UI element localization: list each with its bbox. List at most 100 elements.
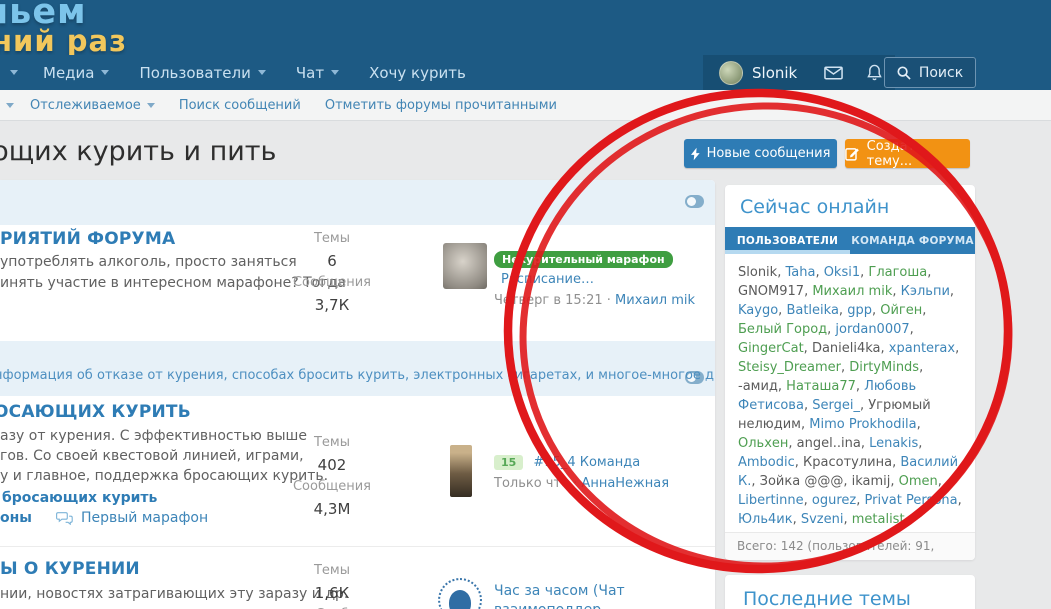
- online-user-link[interactable]: Глагоша: [868, 265, 927, 280]
- online-user-link[interactable]: Privat Persona: [865, 493, 958, 508]
- online-user-link[interactable]: Юль4ик: [738, 512, 793, 527]
- online-tabs: ПОЛЬЗОВАТЕЛИ КОМАНДА ФОРУМА: [725, 227, 975, 254]
- last-post-user-link[interactable]: Михаил mik: [615, 293, 695, 308]
- subforum-link[interactable]: бросающих курить: [2, 490, 157, 506]
- inbox-button[interactable]: [813, 55, 854, 90]
- thread-prefix-badge[interactable]: Некурительный марафон: [494, 251, 673, 268]
- subforum-link[interactable]: оны: [0, 510, 32, 526]
- online-user-link[interactable]: Svzeni: [801, 512, 844, 527]
- nav-item-media[interactable]: Медиа: [28, 55, 124, 90]
- online-user-link[interactable]: angel..ina: [797, 436, 861, 451]
- latest-topics-panel: Последние темы: [725, 575, 975, 609]
- thread-prefix-badge[interactable]: 15: [494, 455, 523, 470]
- create-thread-button[interactable]: Создать тему...: [845, 139, 970, 168]
- online-user-link[interactable]: Зойка @@@: [760, 474, 844, 489]
- online-user-link[interactable]: Ойген: [880, 303, 922, 318]
- online-user-link[interactable]: Lenakis: [869, 436, 918, 451]
- online-user-link[interactable]: ogurez: [812, 493, 856, 508]
- online-user-link[interactable]: GNOM917: [738, 284, 804, 299]
- subnav-watched[interactable]: Отслеживаемое: [18, 98, 167, 113]
- subnav-search-posts[interactable]: Поиск сообщений: [167, 98, 313, 113]
- forum-stats: Темы 402 Сообщения 4,3М: [288, 432, 376, 520]
- online-user-link[interactable]: Ambodic: [738, 455, 795, 470]
- last-poster-avatar[interactable]: [443, 243, 487, 289]
- chevron-down-icon: [331, 70, 339, 75]
- forum-title[interactable]: ОСАЮЩИХ КУРИТЬ: [0, 402, 191, 422]
- online-user-link[interactable]: Михаил mik: [812, 284, 892, 299]
- online-user-link[interactable]: Libertinne: [738, 493, 804, 508]
- online-users-list: Slonik, Taha, Oksi1, Глагоша, GNOM917, М…: [725, 254, 975, 560]
- nav-overflow-menu[interactable]: [0, 55, 28, 90]
- site-logo-line2[interactable]: ний раз: [0, 24, 127, 58]
- last-thread-link[interactable]: Расписание…: [501, 272, 594, 287]
- nav-item-want-to-smoke[interactable]: Хочу курить: [354, 55, 481, 90]
- forum-description: гов. Со своей квестовой линией, играми,: [0, 448, 304, 464]
- online-user-link[interactable]: Steisy_Dreamer: [738, 360, 841, 375]
- forum-list-card: РИЯТИЙ ФОРУМА употреблять алкоголь, прос…: [0, 180, 715, 609]
- online-now-panel: Сейчас онлайн ПОЛЬЗОВАТЕЛИ КОМАНДА ФОРУМ…: [725, 185, 975, 560]
- online-user-link[interactable]: Kaygo: [738, 303, 778, 318]
- collapse-toggle-icon[interactable]: [685, 195, 704, 208]
- online-user-link[interactable]: DirtyMinds: [849, 360, 919, 375]
- last-post-time: Четверг в 15:21 ·: [494, 293, 611, 308]
- online-user-link[interactable]: Mimo Prokhodila: [809, 417, 916, 432]
- row-divider: [0, 546, 715, 547]
- subnav-label: Отметить форумы прочитанными: [325, 98, 557, 113]
- online-user-link[interactable]: Danieli4ka: [812, 341, 881, 356]
- last-thread-link[interactable]: #15_4 Команда: [533, 455, 640, 470]
- online-user-link[interactable]: gpp: [847, 303, 872, 318]
- online-user-link[interactable]: Omen: [899, 474, 938, 489]
- online-user-link[interactable]: GingerCat: [738, 341, 804, 356]
- online-user-link[interactable]: Batleika: [786, 303, 838, 318]
- last-post-user-link[interactable]: АннаНежная: [581, 476, 669, 491]
- site-header: пьем ний раз: [0, 0, 1051, 55]
- online-user-link[interactable]: Кэльпи: [901, 284, 950, 299]
- online-user-link[interactable]: ikamij: [852, 474, 891, 489]
- online-user-link[interactable]: jordan0007: [835, 322, 909, 337]
- subnav-label: Отслеживаемое: [30, 98, 141, 113]
- page-title: ющих курить и пить: [0, 136, 276, 167]
- account-menu[interactable]: Slonik: [703, 55, 813, 90]
- online-user-link[interactable]: Slonik: [738, 265, 777, 280]
- search-button[interactable]: Поиск: [884, 57, 976, 88]
- subnav-collapse[interactable]: [0, 103, 18, 108]
- search-label: Поиск: [919, 65, 963, 81]
- online-user-link[interactable]: -амид: [738, 379, 778, 394]
- chevron-down-icon: [10, 70, 18, 75]
- online-user-link[interactable]: Taha: [785, 265, 815, 280]
- online-user-link[interactable]: Наташа77: [786, 379, 856, 394]
- chevron-down-icon: [101, 70, 109, 75]
- online-user-link[interactable]: Красотулина: [803, 455, 892, 470]
- chevron-down-icon: [6, 103, 14, 108]
- last-thread-link[interactable]: Час за часом (Чат взаимоподдер…: [494, 583, 625, 609]
- messages-label: Сообщения: [288, 476, 376, 498]
- nav-item-chat[interactable]: Чат: [281, 55, 354, 90]
- forum-title[interactable]: Ы О КУРЕНИИ: [0, 559, 140, 579]
- last-post-block: Час за часом (Чат взаимоподдер… Сегодня …: [494, 580, 715, 609]
- last-post-meta: Только что · АннаНежная: [494, 476, 669, 491]
- last-poster-avatar[interactable]: [450, 445, 472, 497]
- forum-title[interactable]: РИЯТИЙ ФОРУМА: [0, 229, 175, 249]
- new-messages-label: Новые сообщения: [707, 146, 831, 161]
- pencil-square-icon: [845, 146, 860, 161]
- online-user-link[interactable]: Oksi1: [824, 265, 860, 280]
- forum-description: употреблять алкоголь, просто заняться: [0, 254, 297, 270]
- online-user-link[interactable]: Sergei_: [812, 398, 860, 413]
- online-user-link[interactable]: metalist: [852, 512, 905, 527]
- online-user-link[interactable]: xpanterax: [889, 341, 955, 356]
- topics-label: Темы: [288, 432, 376, 454]
- last-poster-avatar[interactable]: [438, 578, 482, 609]
- category-strip-1: [0, 180, 715, 225]
- messages-label: Сооб: [288, 604, 376, 609]
- online-user-link[interactable]: Белый Город: [738, 322, 827, 337]
- subnav-mark-read[interactable]: Отметить форумы прочитанными: [313, 98, 569, 113]
- new-messages-button[interactable]: Новые сообщения: [684, 139, 837, 168]
- nav-item-users[interactable]: Пользователи: [124, 55, 280, 90]
- tab-forum-team[interactable]: КОМАНДА ФОРУМА: [850, 227, 975, 254]
- online-now-title: Сейчас онлайн: [740, 196, 960, 218]
- subforum-thread-link[interactable]: Первый марафон: [81, 510, 208, 526]
- online-user-link[interactable]: Ольхен: [738, 436, 788, 451]
- forum-stats: Темы 1,6К Сооб: [288, 560, 376, 609]
- last-post-block: Некурительный марафон Расписание… Четвер…: [494, 248, 715, 308]
- tab-users[interactable]: ПОЛЬЗОВАТЕЛИ: [725, 227, 850, 254]
